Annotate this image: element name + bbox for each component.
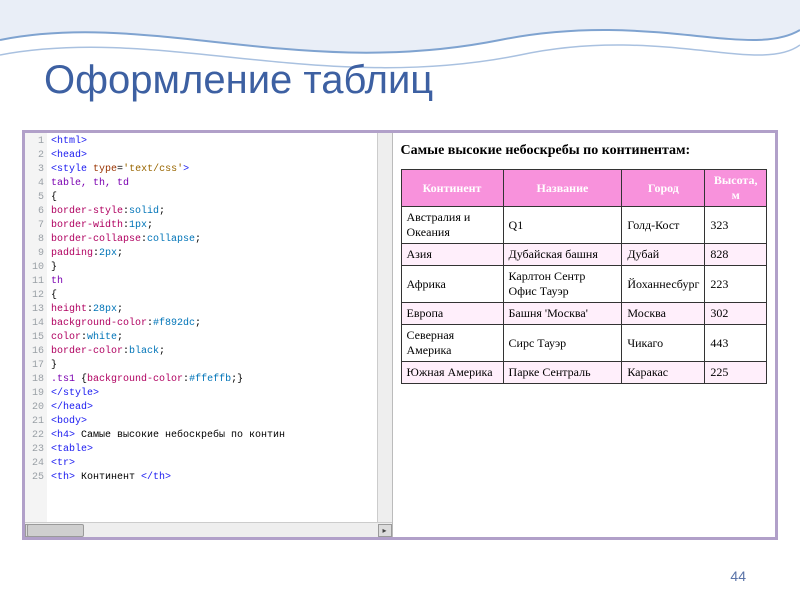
table-cell: 323 (705, 207, 767, 244)
table-cell: Башня 'Москва' (503, 303, 622, 325)
table-cell: Сирс Тауэр (503, 325, 622, 362)
table-cell: Парке Сентраль (503, 362, 622, 384)
table-cell: 223 (705, 266, 767, 303)
skyscrapers-table: КонтинентНазваниеГородВысота, м Австрали… (401, 169, 768, 384)
table-cell: Северная Америка (401, 325, 503, 362)
code-editor-pane: 1234567891011121314151617181920212223242… (25, 133, 393, 537)
table-header-cell: Город (622, 170, 705, 207)
slide-title: Оформление таблиц (44, 58, 433, 103)
table-cell: Дубай (622, 244, 705, 266)
table-cell: Европа (401, 303, 503, 325)
table-cell: Йоханнесбург (622, 266, 705, 303)
table-cell: Дубайская башня (503, 244, 622, 266)
table-cell: 302 (705, 303, 767, 325)
horizontal-scrollbar[interactable]: ◂ ▸ (25, 522, 392, 537)
table-cell: Q1 (503, 207, 622, 244)
table-row: АфрикаКарлтон Сентр Офис ТауэрЙоханнесбу… (401, 266, 767, 303)
table-cell: Каракас (622, 362, 705, 384)
table-cell: 443 (705, 325, 767, 362)
table-cell: Чикаго (622, 325, 705, 362)
table-cell: Южная Америка (401, 362, 503, 384)
render-pane: Самые высокие небоскребы по континентам:… (393, 133, 776, 537)
table-heading: Самые высокие небоскребы по континентам: (401, 143, 768, 159)
table-header-cell: Высота, м (705, 170, 767, 207)
table-header-cell: Название (503, 170, 622, 207)
table-cell: 828 (705, 244, 767, 266)
table-cell: Карлтон Сентр Офис Тауэр (503, 266, 622, 303)
table-cell: Голд-Кост (622, 207, 705, 244)
table-row: АзияДубайская башняДубай828 (401, 244, 767, 266)
table-header-cell: Континент (401, 170, 503, 207)
line-number-gutter: 1234567891011121314151617181920212223242… (25, 133, 47, 523)
table-cell: Австралия и Океания (401, 207, 503, 244)
scroll-right-arrow[interactable]: ▸ (378, 524, 392, 537)
table-row: Северная АмерикаСирс ТауэрЧикаго443 (401, 325, 767, 362)
slide: Оформление таблиц 1234567891011121314151… (0, 0, 800, 600)
table-cell: Азия (401, 244, 503, 266)
content-panel: 1234567891011121314151617181920212223242… (22, 130, 778, 540)
table-cell: Африка (401, 266, 503, 303)
table-row: Австралия и ОкеанияQ1Голд-Кост323 (401, 207, 767, 244)
scroll-thumb[interactable] (27, 524, 84, 537)
vertical-scrollbar[interactable] (377, 133, 392, 523)
code-content: <html> <head> <style type='text/css'> ta… (47, 133, 392, 523)
table-body: Австралия и ОкеанияQ1Голд-Кост323АзияДуб… (401, 207, 767, 384)
table-cell: Москва (622, 303, 705, 325)
table-cell: 225 (705, 362, 767, 384)
page-number: 44 (730, 568, 746, 584)
table-row: ЕвропаБашня 'Москва'Москва302 (401, 303, 767, 325)
table-header-row: КонтинентНазваниеГородВысота, м (401, 170, 767, 207)
table-row: Южная АмерикаПарке СентральКаракас225 (401, 362, 767, 384)
